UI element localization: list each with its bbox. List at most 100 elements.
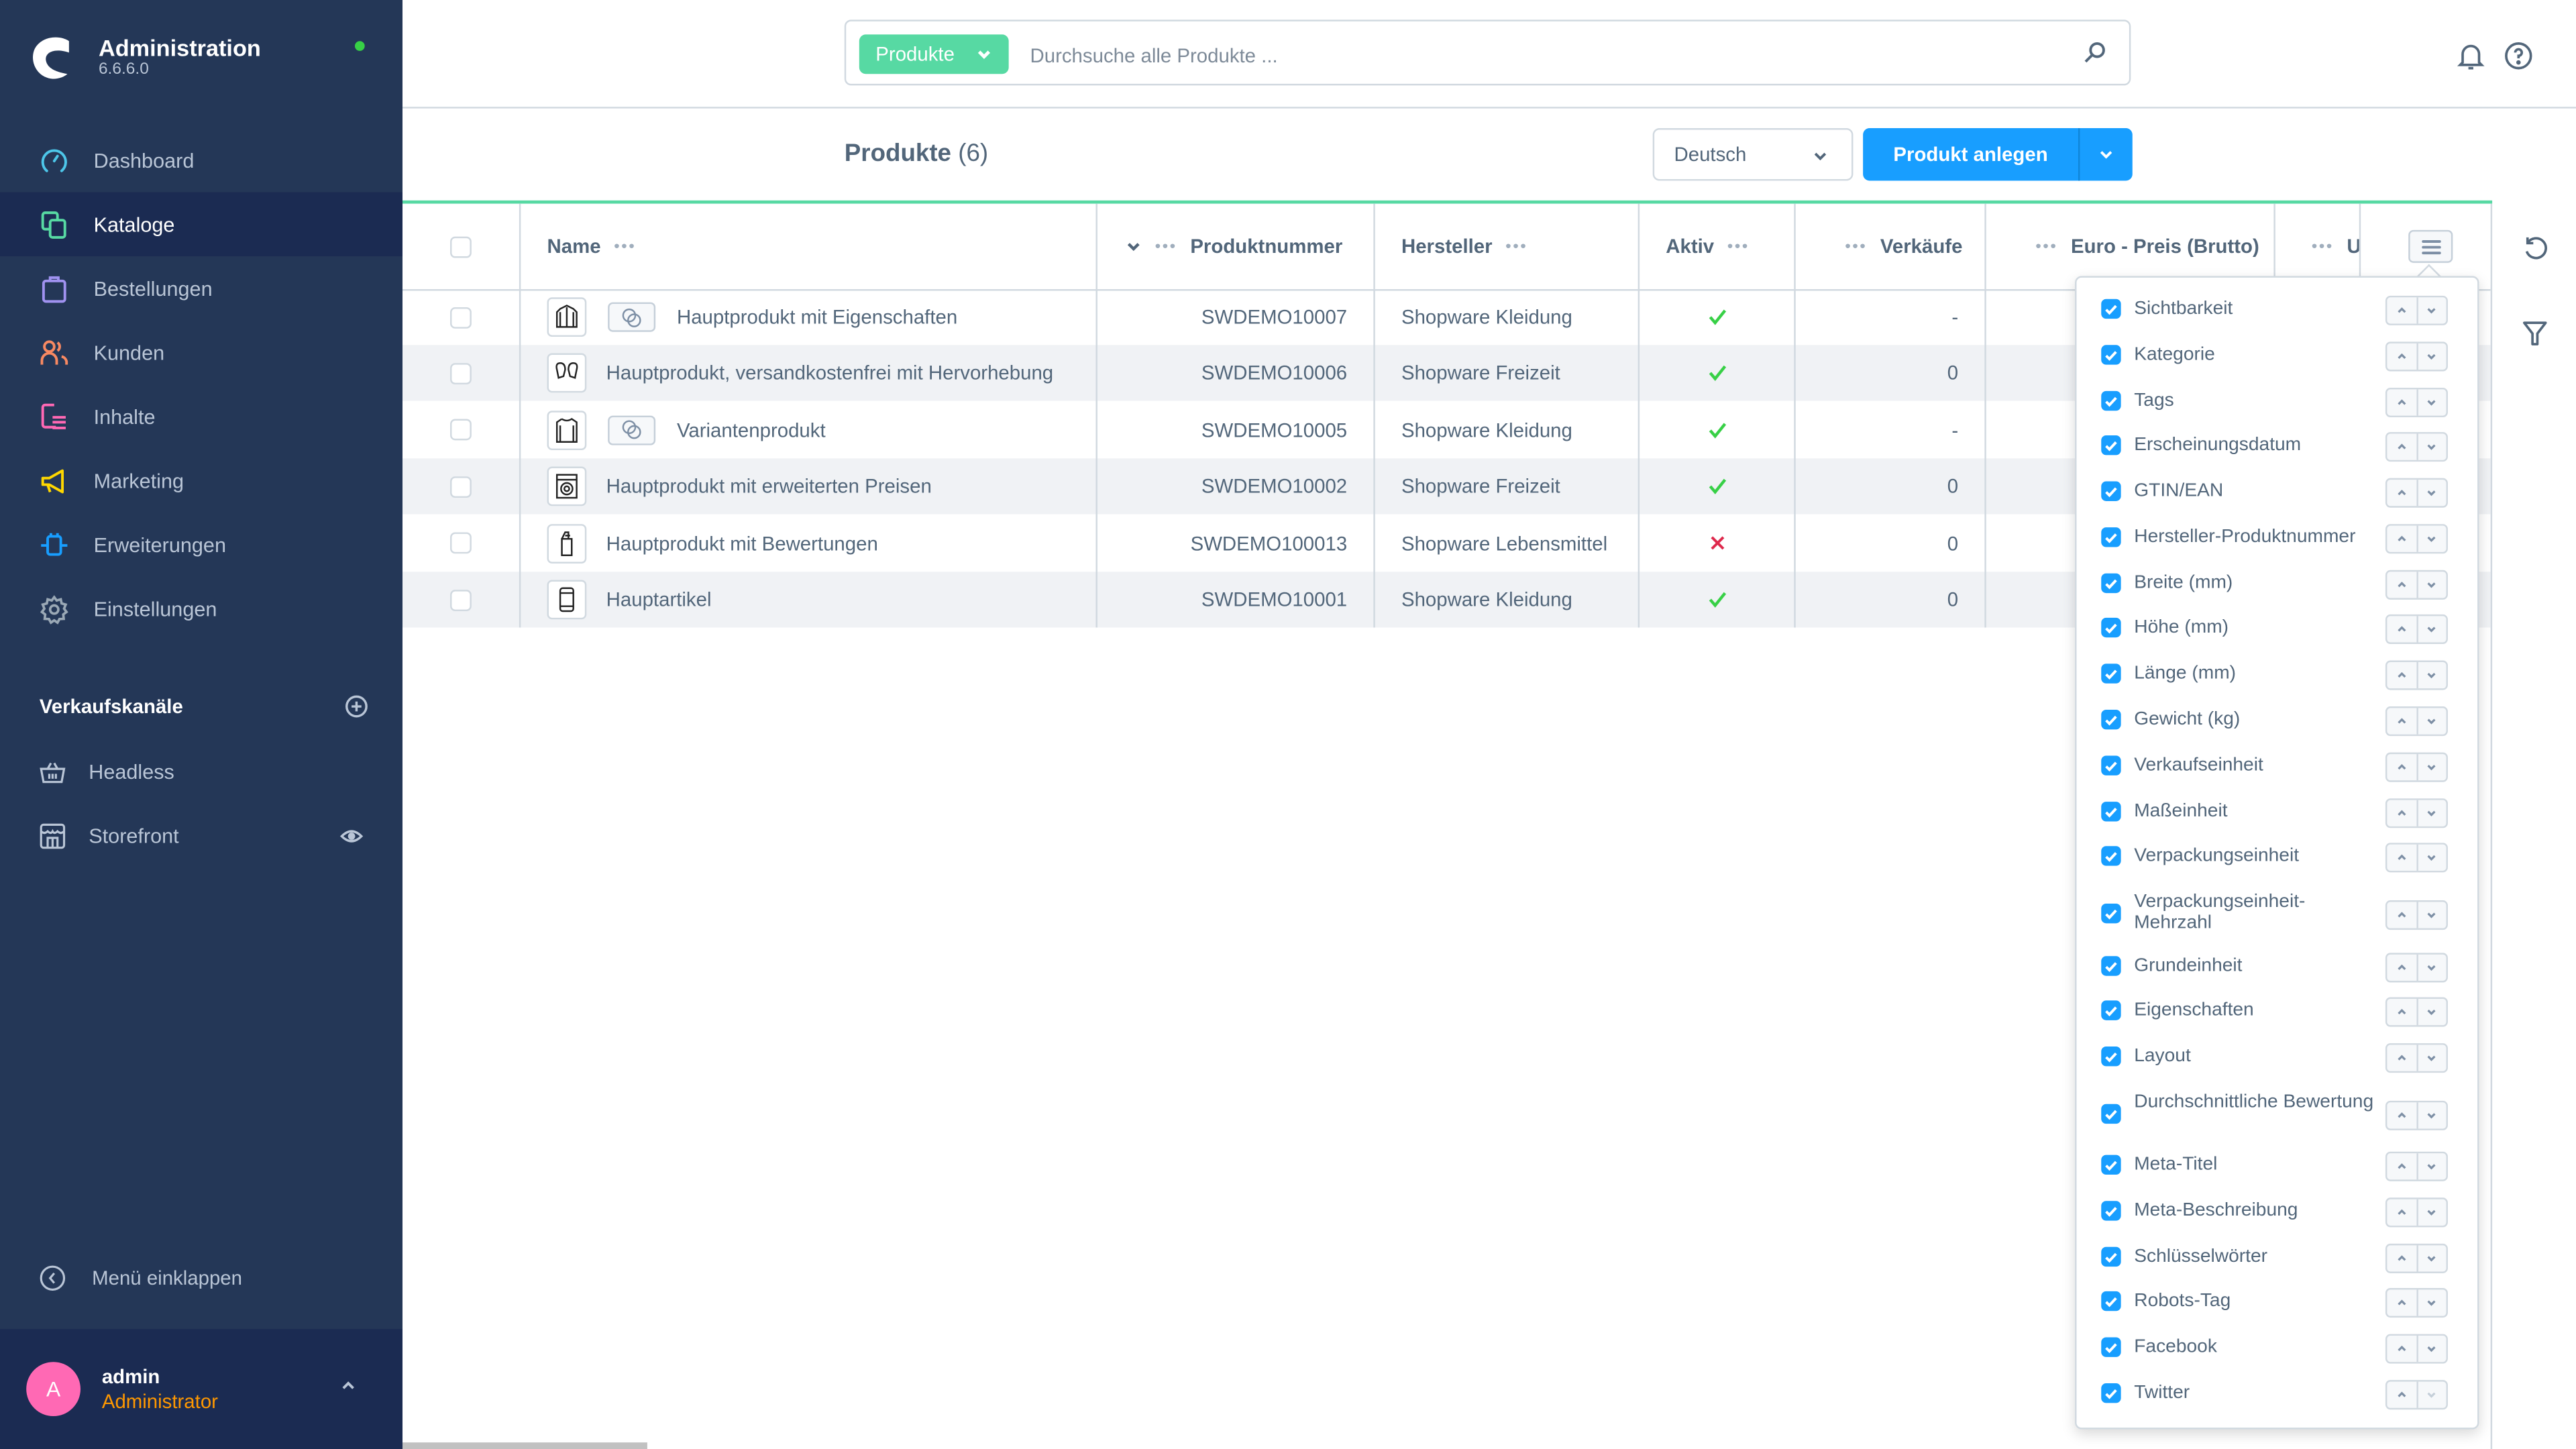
move-down-button[interactable] <box>2416 902 2446 928</box>
column-header-productnumber[interactable]: ••• Produktnummer <box>1126 204 1342 289</box>
bell-icon[interactable] <box>2456 41 2485 70</box>
column-visibility-checkbox[interactable] <box>2101 573 2121 594</box>
product-name-link[interactable]: Hauptprodukt mit Eigenschaften <box>677 306 957 329</box>
move-down-button[interactable] <box>2416 572 2446 598</box>
sidebar-item-inhalte[interactable]: Inhalte <box>0 384 402 449</box>
move-up-button[interactable] <box>2387 1199 2416 1226</box>
column-visibility-checkbox[interactable] <box>2101 1201 2121 1221</box>
column-visibility-checkbox[interactable] <box>2101 1246 2121 1267</box>
product-name-link[interactable]: Variantenprodukt <box>677 419 826 441</box>
eye-icon[interactable] <box>339 827 364 843</box>
column-menu-icon[interactable]: ••• <box>1727 237 1750 256</box>
move-up-button[interactable] <box>2387 902 2416 928</box>
column-visibility-checkbox[interactable] <box>2101 1337 2121 1357</box>
move-down-button[interactable] <box>2416 844 2446 871</box>
move-up-button[interactable] <box>2387 572 2416 598</box>
language-select[interactable]: Deutsch <box>1652 128 1854 181</box>
move-down-button[interactable] <box>2416 480 2446 506</box>
move-up-button[interactable] <box>2387 480 2416 506</box>
move-down-button[interactable] <box>2416 1245 2446 1272</box>
move-down-button[interactable] <box>2416 800 2446 826</box>
sidebar-item-erweiterungen[interactable]: Erweiterungen <box>0 513 402 577</box>
column-visibility-checkbox[interactable] <box>2101 709 2121 730</box>
move-up-button[interactable] <box>2387 526 2416 552</box>
row-checkbox[interactable] <box>450 419 472 441</box>
column-menu-icon[interactable]: ••• <box>2035 237 2057 256</box>
column-visibility-checkbox[interactable] <box>2101 846 2121 866</box>
column-header-name[interactable]: Name ••• <box>547 204 649 289</box>
row-checkbox[interactable] <box>450 532 472 554</box>
move-up-button[interactable] <box>2387 1382 2416 1408</box>
column-visibility-checkbox[interactable] <box>2101 1000 2121 1020</box>
move-down-button[interactable] <box>2416 616 2446 643</box>
column-visibility-checkbox[interactable] <box>2101 903 2121 924</box>
move-up-button[interactable] <box>2387 955 2416 981</box>
row-checkbox[interactable] <box>450 306 472 328</box>
chevron-up-icon[interactable] <box>340 1379 356 1392</box>
move-up-button[interactable] <box>2387 708 2416 735</box>
add-sales-channel-icon[interactable] <box>345 695 368 718</box>
column-menu-icon[interactable]: ••• <box>614 237 636 256</box>
help-icon[interactable] <box>2504 41 2533 70</box>
column-visibility-checkbox[interactable] <box>2101 617 2121 638</box>
user-menu[interactable]: A admin Administrator <box>0 1329 403 1449</box>
search-icon[interactable] <box>2083 41 2106 64</box>
create-product-button[interactable]: Produkt anlegen <box>1863 128 2133 181</box>
variant-badge[interactable] <box>608 415 656 445</box>
product-name-link[interactable]: Hauptartikel <box>606 588 712 611</box>
column-header-active[interactable]: Aktiv ••• <box>1666 204 1762 289</box>
column-visibility-checkbox[interactable] <box>2101 1383 2121 1403</box>
column-visibility-checkbox[interactable] <box>2101 481 2121 501</box>
column-visibility-checkbox[interactable] <box>2101 527 2121 547</box>
move-down-button[interactable] <box>2416 754 2446 781</box>
column-visibility-checkbox[interactable] <box>2101 299 2121 319</box>
move-up-button[interactable] <box>2387 1245 2416 1271</box>
sales-channel-storefront[interactable]: Storefront <box>0 804 402 868</box>
sort-desc-icon[interactable] <box>1126 238 1142 254</box>
column-header-sales[interactable]: ••• Verkäufe <box>1832 204 1962 289</box>
sidebar-item-marketing[interactable]: Marketing <box>0 449 402 513</box>
column-visibility-checkbox[interactable] <box>2101 1104 2121 1124</box>
column-menu-icon[interactable]: ••• <box>1155 237 1177 256</box>
column-visibility-checkbox[interactable] <box>2101 1046 2121 1067</box>
move-up-button[interactable] <box>2387 1289 2416 1316</box>
sidebar-item-dashboard[interactable]: Dashboard <box>0 128 402 193</box>
move-down-button[interactable] <box>2416 1153 2446 1180</box>
sidebar-item-einstellungen[interactable]: Einstellungen <box>0 577 402 641</box>
move-up-button[interactable] <box>2387 845 2416 871</box>
sidebar-item-kunden[interactable]: Kunden <box>0 321 402 385</box>
horizontal-scrollbar[interactable] <box>402 1442 647 1449</box>
move-down-button[interactable] <box>2416 708 2446 735</box>
move-down-button[interactable] <box>2416 1336 2446 1362</box>
move-down-button[interactable] <box>2416 1289 2446 1316</box>
create-options-toggle[interactable] <box>2078 128 2133 181</box>
sidebar-item-kataloge[interactable]: Kataloge <box>0 192 403 257</box>
column-header-manufacturer[interactable]: Hersteller ••• <box>1401 204 1541 289</box>
column-menu-icon[interactable]: ••• <box>2312 237 2334 256</box>
column-menu-icon[interactable]: ••• <box>1505 237 1527 256</box>
variant-badge[interactable] <box>608 302 656 332</box>
move-up-button[interactable] <box>2387 616 2416 642</box>
column-visibility-checkbox[interactable] <box>2101 755 2121 775</box>
move-down-button[interactable] <box>2416 389 2446 416</box>
search-type-select[interactable]: Produkte <box>859 34 1009 74</box>
column-visibility-checkbox[interactable] <box>2101 956 2121 976</box>
column-visibility-checkbox[interactable] <box>2101 390 2121 411</box>
product-name-link[interactable]: Hauptprodukt mit erweiterten Preisen <box>606 475 932 498</box>
move-down-button[interactable] <box>2416 954 2446 981</box>
sidebar-item-bestellungen[interactable]: Bestellungen <box>0 256 402 321</box>
move-up-button[interactable] <box>2387 343 2416 370</box>
column-visibility-checkbox[interactable] <box>2101 345 2121 365</box>
search-input[interactable] <box>1026 34 2052 78</box>
move-up-button[interactable] <box>2387 1336 2416 1362</box>
column-menu-icon[interactable]: ••• <box>1845 237 1867 256</box>
filter-icon[interactable] <box>2522 321 2548 347</box>
move-down-button[interactable] <box>2416 1199 2446 1226</box>
move-down-button[interactable] <box>2416 1044 2446 1071</box>
row-checkbox[interactable] <box>450 362 472 384</box>
move-up-button[interactable] <box>2387 297 2416 323</box>
move-down-button[interactable] <box>2416 297 2446 324</box>
move-up-button[interactable] <box>2387 1045 2416 1071</box>
product-name-link[interactable]: Hauptprodukt, versandkostenfrei mit Herv… <box>606 362 1054 385</box>
move-up-button[interactable] <box>2387 1153 2416 1179</box>
